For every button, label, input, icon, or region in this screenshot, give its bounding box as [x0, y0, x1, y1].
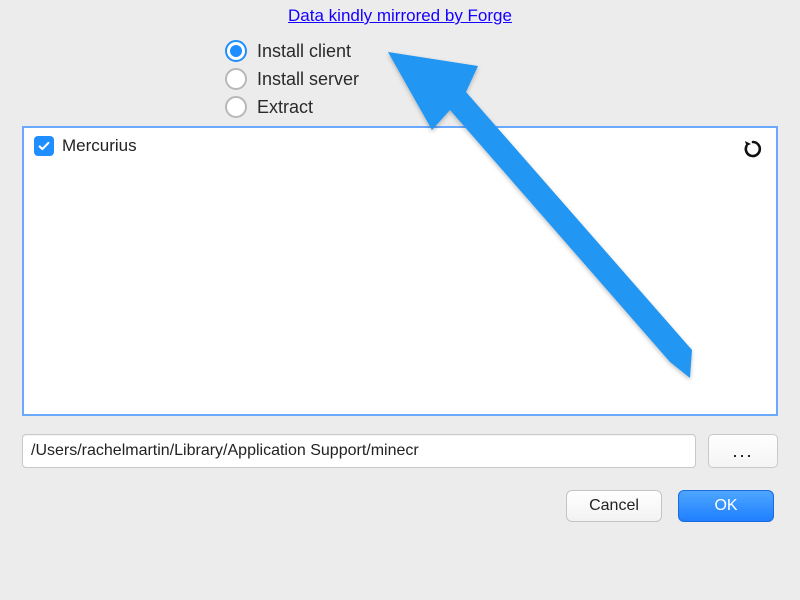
radio-icon [225, 96, 247, 118]
install-path-input[interactable] [22, 434, 696, 468]
dialog-buttons: Cancel OK [0, 490, 774, 522]
install-path-row: ... [22, 434, 778, 468]
checkbox-checked-icon[interactable] [34, 136, 54, 156]
radio-label: Install server [257, 69, 359, 90]
ok-button[interactable]: OK [678, 490, 774, 522]
cancel-button[interactable]: Cancel [566, 490, 662, 522]
refresh-icon[interactable] [740, 136, 766, 162]
browse-button[interactable]: ... [708, 434, 778, 468]
list-item-label: Mercurius [62, 136, 137, 156]
mods-list-panel: Mercurius [22, 126, 778, 416]
radio-install-server[interactable]: Install server [225, 68, 800, 90]
radio-icon [225, 68, 247, 90]
radio-install-client[interactable]: Install client [225, 40, 800, 62]
radio-icon [225, 40, 247, 62]
list-item[interactable]: Mercurius [34, 136, 766, 156]
mirror-link[interactable]: Data kindly mirrored by Forge [288, 6, 512, 25]
install-mode-radio-group: Install client Install server Extract [225, 40, 800, 118]
radio-extract[interactable]: Extract [225, 96, 800, 118]
radio-label: Extract [257, 97, 313, 118]
mirror-link-container: Data kindly mirrored by Forge [0, 0, 800, 26]
radio-label: Install client [257, 41, 351, 62]
